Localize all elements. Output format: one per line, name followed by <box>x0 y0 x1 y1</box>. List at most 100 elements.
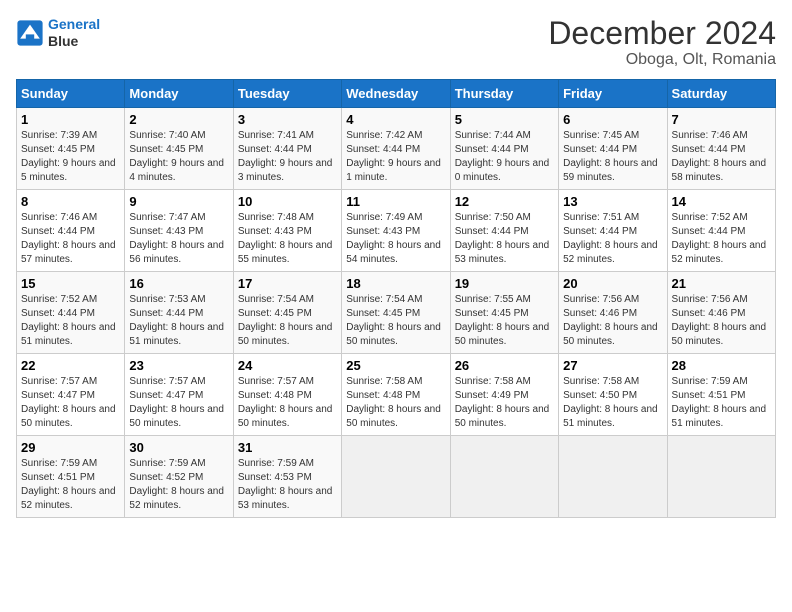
day-info: Sunrise: 7:48 AM Sunset: 4:43 PM Dayligh… <box>238 211 337 267</box>
calendar-cell: 4 Sunrise: 7:42 AM Sunset: 4:44 PM Daylig… <box>342 108 450 190</box>
day-number: 27 <box>563 358 662 373</box>
day-info: Sunrise: 7:59 AM Sunset: 4:51 PM Dayligh… <box>21 457 120 513</box>
logo-general: General <box>48 16 100 32</box>
calendar-cell <box>559 436 667 518</box>
day-number: 20 <box>563 276 662 291</box>
day-number: 10 <box>238 194 337 209</box>
day-info: Sunrise: 7:45 AM Sunset: 4:44 PM Dayligh… <box>563 129 662 185</box>
day-info: Sunrise: 7:57 AM Sunset: 4:48 PM Dayligh… <box>238 375 337 431</box>
day-number: 5 <box>455 112 554 127</box>
calendar-cell: 9 Sunrise: 7:47 AM Sunset: 4:43 PM Daylig… <box>125 190 233 272</box>
day-number: 22 <box>21 358 120 373</box>
day-number: 7 <box>672 112 771 127</box>
day-number: 12 <box>455 194 554 209</box>
day-info: Sunrise: 7:59 AM Sunset: 4:51 PM Dayligh… <box>672 375 771 431</box>
day-info: Sunrise: 7:44 AM Sunset: 4:44 PM Dayligh… <box>455 129 554 185</box>
week-row-4: 22 Sunrise: 7:57 AM Sunset: 4:47 PM Dayli… <box>17 354 776 436</box>
day-info: Sunrise: 7:39 AM Sunset: 4:45 PM Dayligh… <box>21 129 120 185</box>
calendar-cell: 20 Sunrise: 7:56 AM Sunset: 4:46 PM Dayli… <box>559 272 667 354</box>
day-info: Sunrise: 7:57 AM Sunset: 4:47 PM Dayligh… <box>21 375 120 431</box>
calendar-cell: 18 Sunrise: 7:54 AM Sunset: 4:45 PM Dayli… <box>342 272 450 354</box>
header-day-thursday: Thursday <box>450 80 558 108</box>
day-info: Sunrise: 7:57 AM Sunset: 4:47 PM Dayligh… <box>129 375 228 431</box>
calendar-cell: 15 Sunrise: 7:52 AM Sunset: 4:44 PM Dayli… <box>17 272 125 354</box>
calendar-cell: 22 Sunrise: 7:57 AM Sunset: 4:47 PM Dayli… <box>17 354 125 436</box>
calendar-cell: 7 Sunrise: 7:46 AM Sunset: 4:44 PM Daylig… <box>667 108 775 190</box>
calendar-cell: 28 Sunrise: 7:59 AM Sunset: 4:51 PM Dayli… <box>667 354 775 436</box>
calendar-table: SundayMondayTuesdayWednesdayThursdayFrid… <box>16 79 776 518</box>
day-info: Sunrise: 7:46 AM Sunset: 4:44 PM Dayligh… <box>21 211 120 267</box>
week-row-1: 1 Sunrise: 7:39 AM Sunset: 4:45 PM Daylig… <box>17 108 776 190</box>
day-number: 21 <box>672 276 771 291</box>
day-info: Sunrise: 7:59 AM Sunset: 4:53 PM Dayligh… <box>238 457 337 513</box>
day-number: 9 <box>129 194 228 209</box>
calendar-cell <box>450 436 558 518</box>
calendar-title: December 2024 <box>548 16 776 51</box>
day-info: Sunrise: 7:58 AM Sunset: 4:48 PM Dayligh… <box>346 375 445 431</box>
calendar-cell: 1 Sunrise: 7:39 AM Sunset: 4:45 PM Daylig… <box>17 108 125 190</box>
day-info: Sunrise: 7:42 AM Sunset: 4:44 PM Dayligh… <box>346 129 445 185</box>
day-info: Sunrise: 7:50 AM Sunset: 4:44 PM Dayligh… <box>455 211 554 267</box>
calendar-cell: 27Sunrise: 7:58 AM Sunset: 4:50 PM Dayli… <box>559 354 667 436</box>
calendar-header: SundayMondayTuesdayWednesdayThursdayFrid… <box>17 80 776 108</box>
calendar-cell <box>667 436 775 518</box>
calendar-cell: 30 Sunrise: 7:59 AM Sunset: 4:52 PM Dayli… <box>125 436 233 518</box>
day-info: Sunrise: 7:47 AM Sunset: 4:43 PM Dayligh… <box>129 211 228 267</box>
logo-blue: Blue <box>48 33 100 50</box>
calendar-cell: 25 Sunrise: 7:58 AM Sunset: 4:48 PM Dayli… <box>342 354 450 436</box>
calendar-cell: 26Sunrise: 7:58 AM Sunset: 4:49 PM Dayli… <box>450 354 558 436</box>
calendar-cell: 21Sunrise: 7:56 AM Sunset: 4:46 PM Dayli… <box>667 272 775 354</box>
day-info: Sunrise: 7:52 AM Sunset: 4:44 PM Dayligh… <box>21 293 120 349</box>
calendar-cell: 24 Sunrise: 7:57 AM Sunset: 4:48 PM Dayli… <box>233 354 341 436</box>
day-number: 29 <box>21 440 120 455</box>
day-info: Sunrise: 7:54 AM Sunset: 4:45 PM Dayligh… <box>238 293 337 349</box>
calendar-cell: 6Sunrise: 7:45 AM Sunset: 4:44 PM Daylig… <box>559 108 667 190</box>
day-info: Sunrise: 7:54 AM Sunset: 4:45 PM Dayligh… <box>346 293 445 349</box>
calendar-cell: 23Sunrise: 7:57 AM Sunset: 4:47 PM Dayli… <box>125 354 233 436</box>
day-number: 8 <box>21 194 120 209</box>
calendar-cell: 12 Sunrise: 7:50 AM Sunset: 4:44 PM Dayli… <box>450 190 558 272</box>
day-number: 4 <box>346 112 445 127</box>
day-info: Sunrise: 7:46 AM Sunset: 4:44 PM Dayligh… <box>672 129 771 185</box>
day-info: Sunrise: 7:56 AM Sunset: 4:46 PM Dayligh… <box>563 293 662 349</box>
day-number: 13 <box>563 194 662 209</box>
calendar-cell: 16Sunrise: 7:53 AM Sunset: 4:44 PM Dayli… <box>125 272 233 354</box>
day-number: 24 <box>238 358 337 373</box>
calendar-cell: 13 Sunrise: 7:51 AM Sunset: 4:44 PM Dayli… <box>559 190 667 272</box>
week-row-3: 15 Sunrise: 7:52 AM Sunset: 4:44 PM Dayli… <box>17 272 776 354</box>
day-info: Sunrise: 7:51 AM Sunset: 4:44 PM Dayligh… <box>563 211 662 267</box>
day-number: 14 <box>672 194 771 209</box>
day-number: 30 <box>129 440 228 455</box>
calendar-cell: 10 Sunrise: 7:48 AM Sunset: 4:43 PM Dayli… <box>233 190 341 272</box>
day-number: 11 <box>346 194 445 209</box>
calendar-cell: 2 Sunrise: 7:40 AM Sunset: 4:45 PM Daylig… <box>125 108 233 190</box>
title-area: December 2024 Oboga, Olt, Romania <box>548 16 776 69</box>
calendar-cell: 14Sunrise: 7:52 AM Sunset: 4:44 PM Dayli… <box>667 190 775 272</box>
day-number: 17 <box>238 276 337 291</box>
calendar-cell: 29 Sunrise: 7:59 AM Sunset: 4:51 PM Dayli… <box>17 436 125 518</box>
day-info: Sunrise: 7:49 AM Sunset: 4:43 PM Dayligh… <box>346 211 445 267</box>
week-row-5: 29 Sunrise: 7:59 AM Sunset: 4:51 PM Dayli… <box>17 436 776 518</box>
header: General Blue December 2024 Oboga, Olt, R… <box>16 16 776 69</box>
calendar-cell: 8 Sunrise: 7:46 AM Sunset: 4:44 PM Daylig… <box>17 190 125 272</box>
day-number: 18 <box>346 276 445 291</box>
day-info: Sunrise: 7:40 AM Sunset: 4:45 PM Dayligh… <box>129 129 228 185</box>
day-number: 16 <box>129 276 228 291</box>
calendar-body: 1 Sunrise: 7:39 AM Sunset: 4:45 PM Daylig… <box>17 108 776 518</box>
week-row-2: 8 Sunrise: 7:46 AM Sunset: 4:44 PM Daylig… <box>17 190 776 272</box>
header-row: SundayMondayTuesdayWednesdayThursdayFrid… <box>17 80 776 108</box>
day-number: 3 <box>238 112 337 127</box>
header-day-friday: Friday <box>559 80 667 108</box>
day-number: 25 <box>346 358 445 373</box>
day-info: Sunrise: 7:55 AM Sunset: 4:45 PM Dayligh… <box>455 293 554 349</box>
day-number: 19 <box>455 276 554 291</box>
day-number: 1 <box>21 112 120 127</box>
day-info: Sunrise: 7:58 AM Sunset: 4:49 PM Dayligh… <box>455 375 554 431</box>
calendar-cell: 31Sunrise: 7:59 AM Sunset: 4:53 PM Dayli… <box>233 436 341 518</box>
calendar-cell <box>342 436 450 518</box>
day-number: 15 <box>21 276 120 291</box>
day-number: 2 <box>129 112 228 127</box>
day-info: Sunrise: 7:59 AM Sunset: 4:52 PM Dayligh… <box>129 457 228 513</box>
day-number: 28 <box>672 358 771 373</box>
calendar-cell: 17 Sunrise: 7:54 AM Sunset: 4:45 PM Dayli… <box>233 272 341 354</box>
